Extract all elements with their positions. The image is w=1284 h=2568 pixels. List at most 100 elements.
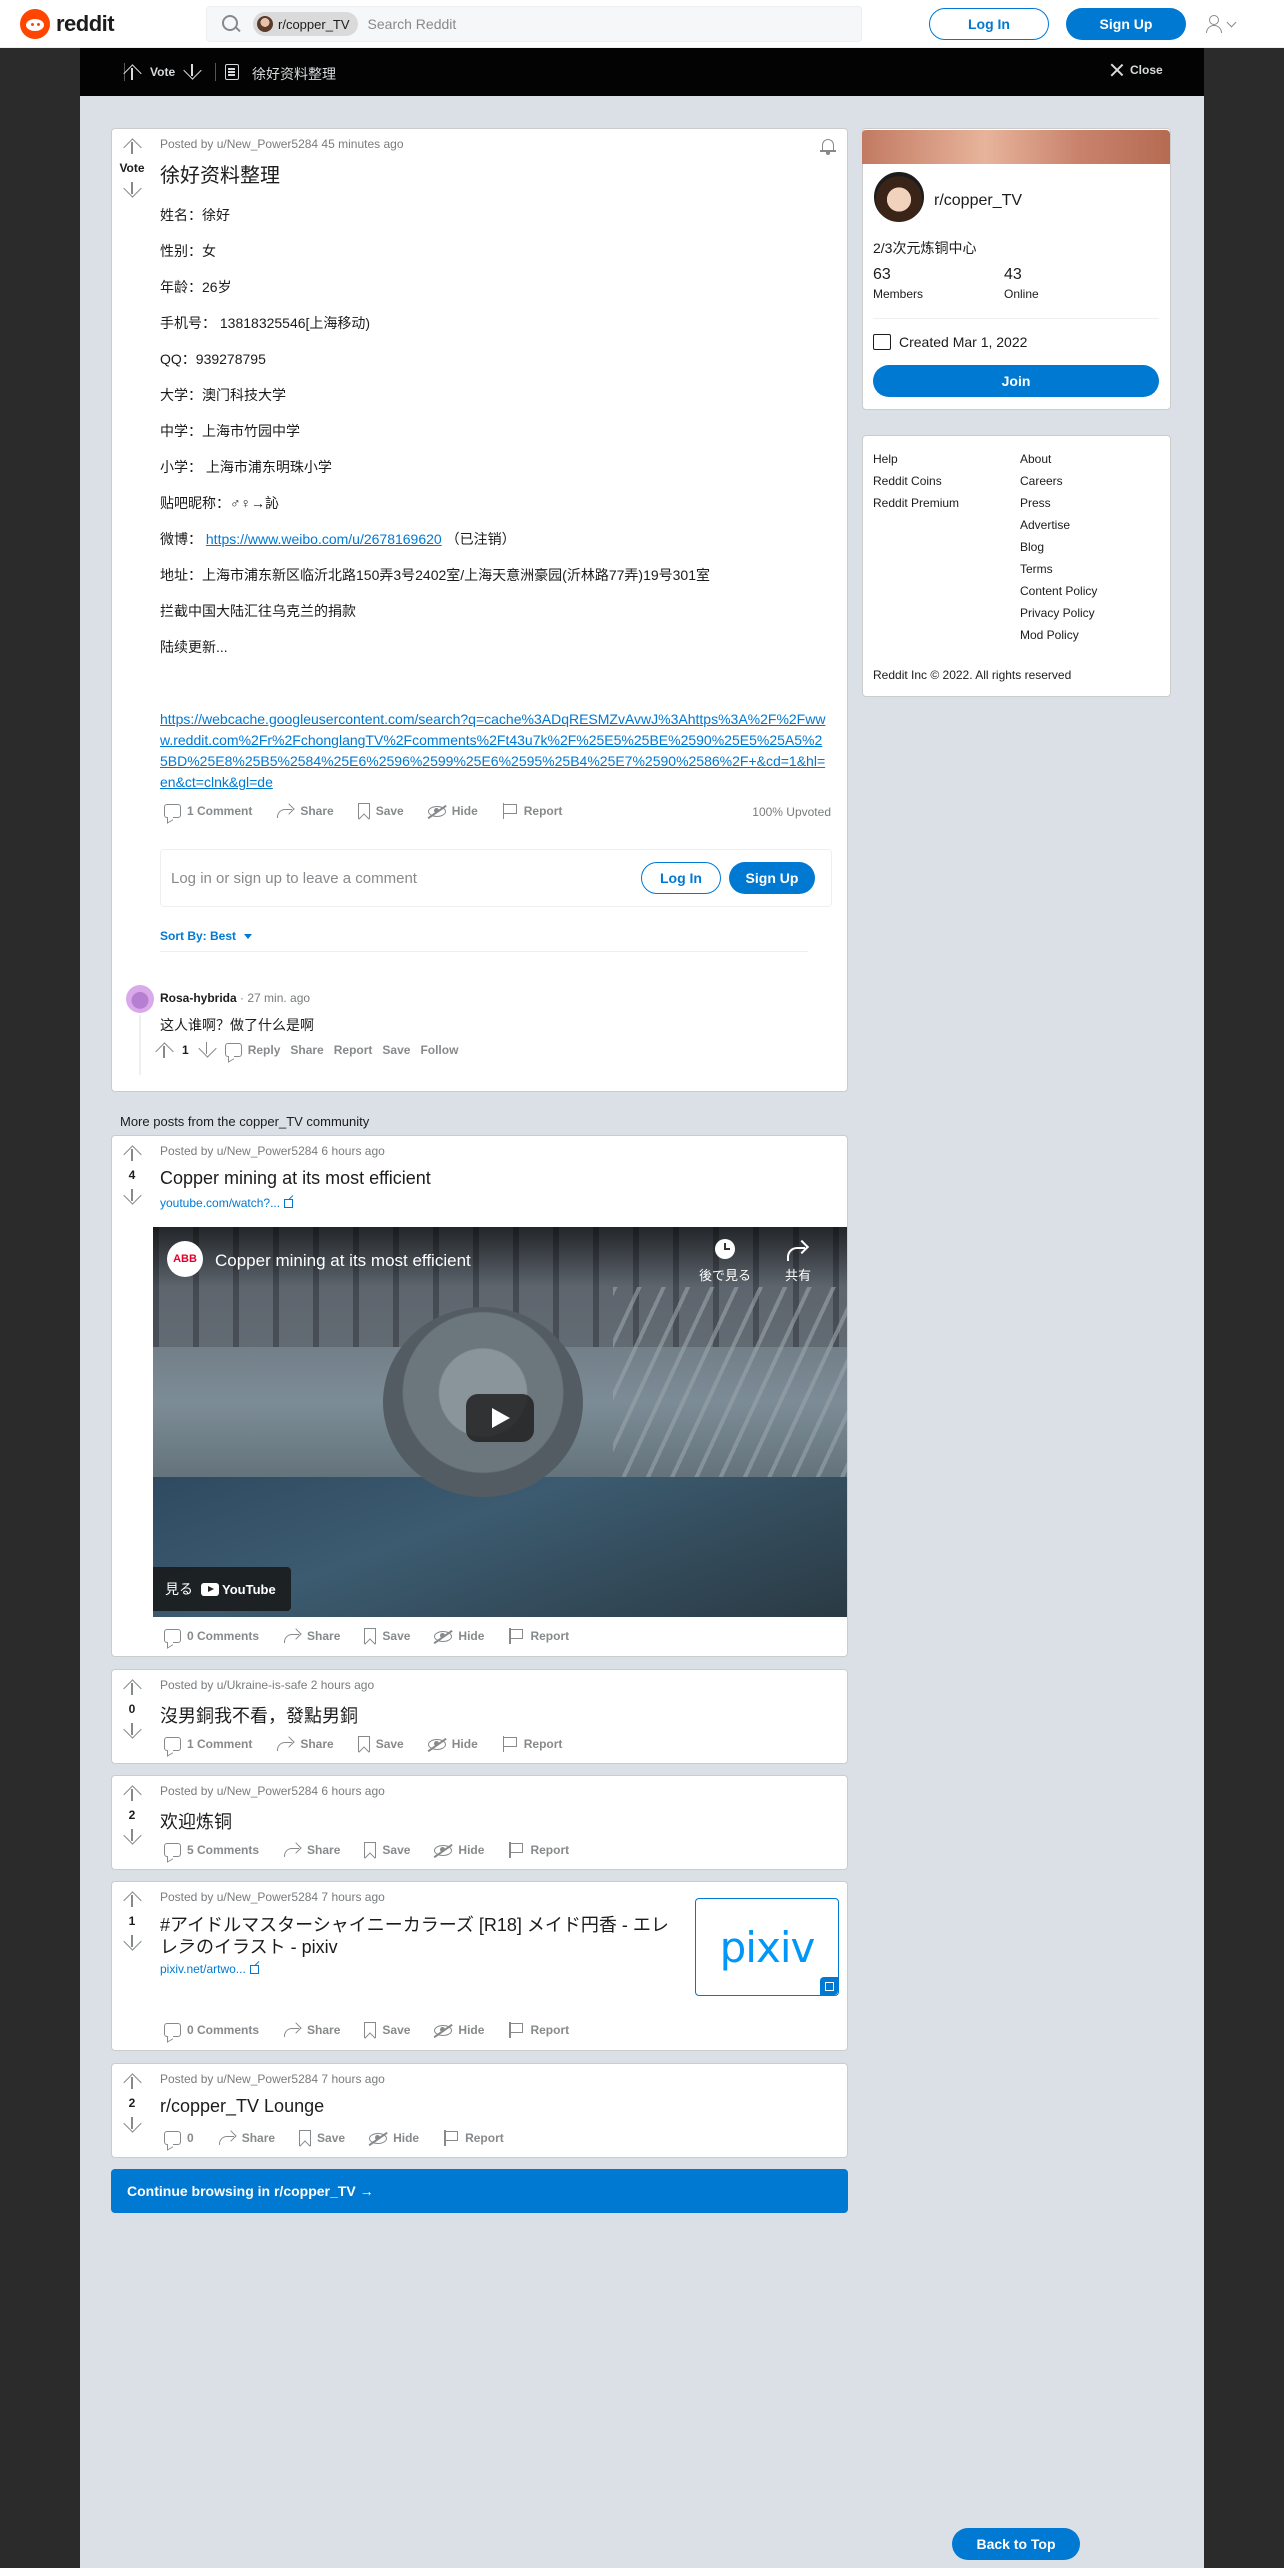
video-share-button[interactable]: 共有: [785, 1239, 811, 1284]
comment-report-button[interactable]: Report: [334, 1043, 373, 1057]
save-button[interactable]: Save: [356, 1834, 418, 1866]
footer-link-blog[interactable]: Blog: [1020, 536, 1097, 558]
report-button[interactable]: Report: [500, 1834, 577, 1866]
related-post-title[interactable]: 欢迎炼铜: [160, 1808, 232, 1834]
share-button[interactable]: Share: [275, 1620, 348, 1652]
upvote-icon[interactable]: [124, 1784, 140, 1802]
comment-share-button[interactable]: Share: [290, 1043, 323, 1057]
footer-link-mod-policy[interactable]: Mod Policy: [1020, 624, 1097, 646]
hide-button[interactable]: Hide: [420, 1728, 486, 1760]
close-button[interactable]: Close: [1110, 63, 1163, 77]
footer-link-content-policy[interactable]: Content Policy: [1020, 580, 1097, 602]
downvote-icon[interactable]: [184, 63, 200, 81]
related-post-title[interactable]: r/copper_TV Lounge: [160, 2096, 324, 2117]
related-post-link[interactable]: youtube.com/watch?...: [160, 1196, 294, 1210]
embedded-video-player[interactable]: ABB Copper mining at its most efficient …: [153, 1227, 847, 1617]
channel-avatar[interactable]: ABB: [167, 1241, 203, 1277]
hide-button[interactable]: Hide: [420, 795, 486, 827]
related-post-card[interactable]: 0 Posted by u/Ukraine-is-safe 2 hours ag…: [111, 1669, 848, 1764]
share-button[interactable]: Share: [268, 795, 341, 827]
comments-button[interactable]: 0 Comments: [156, 1620, 267, 1652]
related-post-card[interactable]: 2 Posted by u/New_Power5284 7 hours ago …: [111, 2063, 848, 2158]
video-title[interactable]: Copper mining at its most efficient: [215, 1251, 471, 1271]
report-button[interactable]: Report: [500, 1620, 577, 1652]
share-button[interactable]: Share: [268, 1728, 341, 1760]
comment-downvote-icon[interactable]: [199, 1041, 215, 1059]
comment-save-button[interactable]: Save: [382, 1043, 410, 1057]
upvote-icon[interactable]: [124, 2072, 140, 2090]
upvote-icon[interactable]: [124, 1144, 140, 1162]
hide-button[interactable]: Hide: [426, 1620, 492, 1652]
commenter-avatar[interactable]: [126, 985, 154, 1013]
comment-upvote-icon[interactable]: [156, 1041, 172, 1059]
upvote-icon[interactable]: [124, 1890, 140, 1908]
share-button[interactable]: Share: [275, 2014, 348, 2046]
cache-link[interactable]: https://webcache.googleusercontent.com/s…: [160, 709, 828, 793]
related-post-title[interactable]: 沒男銅我不看，發點男銅: [160, 1702, 358, 1728]
comments-button[interactable]: 0 Comments: [156, 2014, 267, 2046]
downvote-icon[interactable]: [124, 1722, 140, 1740]
hide-button[interactable]: Hide: [426, 2014, 492, 2046]
report-button[interactable]: Report: [494, 795, 571, 827]
save-button[interactable]: Save: [356, 1620, 418, 1652]
signup-button[interactable]: Sign Up: [1066, 8, 1186, 40]
notification-bell-icon[interactable]: [819, 137, 837, 155]
comment-signup-button[interactable]: Sign Up: [729, 862, 815, 894]
post-thumbnail[interactable]: pixiv: [695, 1898, 839, 1996]
downvote-icon[interactable]: [124, 2116, 140, 2134]
footer-link-press[interactable]: Press: [1020, 492, 1097, 514]
report-button[interactable]: Report: [500, 2014, 577, 2046]
watch-later-button[interactable]: 後で見る: [699, 1239, 751, 1284]
save-button[interactable]: Save: [350, 795, 412, 827]
comments-button[interactable]: 1 Comment: [156, 795, 260, 827]
footer-link-privacy-policy[interactable]: Privacy Policy: [1020, 602, 1097, 624]
upvote-icon[interactable]: [124, 63, 140, 81]
comments-button[interactable]: 0: [156, 2122, 202, 2154]
save-button[interactable]: Save: [291, 2122, 353, 2154]
comment-author[interactable]: Rosa-hybrida: [160, 991, 237, 1005]
downvote-icon[interactable]: [124, 181, 140, 199]
comments-button[interactable]: 5 Comments: [156, 1834, 267, 1866]
footer-link-help[interactable]: Help: [873, 448, 959, 470]
report-button[interactable]: Report: [435, 2122, 512, 2154]
footer-link-premium[interactable]: Reddit Premium: [873, 492, 959, 514]
downvote-icon[interactable]: [124, 1188, 140, 1206]
search-community-chip[interactable]: r/copper_TV: [253, 12, 358, 36]
share-button[interactable]: Share: [210, 2122, 283, 2154]
reply-button[interactable]: Reply: [224, 1043, 280, 1057]
related-post-title[interactable]: #アイドルマスターシャイニーカラーズ [R18] メイド円香 - エレ レ𛀀のイ…: [160, 1914, 690, 1958]
downvote-icon[interactable]: [124, 1934, 140, 1952]
comments-button[interactable]: 1 Comment: [156, 1728, 260, 1760]
watch-on-youtube-button[interactable]: 見る YouTube: [153, 1567, 291, 1611]
search-input[interactable]: r/copper_TV Search Reddit: [206, 6, 862, 42]
related-post-link[interactable]: pixiv.net/artwo...: [160, 1962, 259, 1976]
save-button[interactable]: Save: [350, 1728, 412, 1760]
join-button[interactable]: Join: [873, 365, 1159, 397]
sort-dropdown[interactable]: Sort By: Best: [160, 929, 253, 943]
comment-login-button[interactable]: Log In: [641, 862, 721, 894]
thread-line[interactable]: [139, 1015, 141, 1075]
reddit-logo[interactable]: reddit: [20, 9, 115, 39]
play-icon[interactable]: [466, 1394, 534, 1442]
continue-browsing-button[interactable]: Continue browsing in r/copper_TV →: [111, 2169, 848, 2213]
weibo-link[interactable]: https://www.weibo.com/u/2678169620: [206, 531, 442, 547]
save-button[interactable]: Save: [356, 2014, 418, 2046]
user-menu-dropdown[interactable]: [1204, 12, 1248, 36]
login-button[interactable]: Log In: [929, 8, 1049, 40]
related-post-title[interactable]: Copper mining at its most efficient: [160, 1168, 431, 1189]
upvote-icon[interactable]: [124, 137, 140, 155]
hide-button[interactable]: Hide: [361, 2122, 427, 2154]
comment-follow-button[interactable]: Follow: [420, 1043, 458, 1057]
upvote-icon[interactable]: [124, 1678, 140, 1696]
footer-link-coins[interactable]: Reddit Coins: [873, 470, 959, 492]
community-name[interactable]: r/copper_TV: [934, 192, 1022, 210]
related-post-card[interactable]: 2 Posted by u/New_Power5284 6 hours ago …: [111, 1775, 848, 1870]
footer-link-about[interactable]: About: [1020, 448, 1097, 470]
downvote-icon[interactable]: [124, 1828, 140, 1846]
back-to-top-button[interactable]: Back to Top: [952, 2528, 1080, 2560]
share-button[interactable]: Share: [275, 1834, 348, 1866]
footer-link-advertise[interactable]: Advertise: [1020, 514, 1097, 536]
hide-button[interactable]: Hide: [426, 1834, 492, 1866]
footer-link-careers[interactable]: Careers: [1020, 470, 1097, 492]
footer-link-terms[interactable]: Terms: [1020, 558, 1097, 580]
